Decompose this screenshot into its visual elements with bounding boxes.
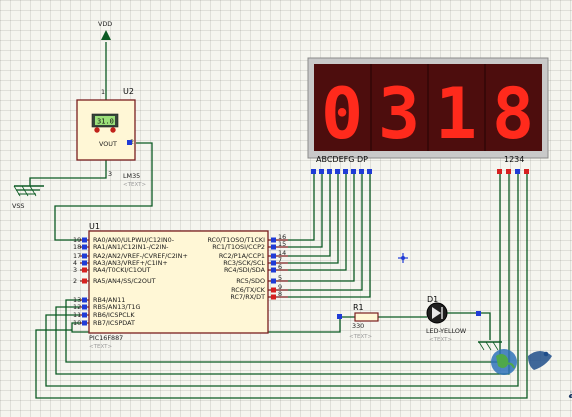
mcu-left-pin-number: 18 — [73, 243, 81, 251]
resistor-text-tag: <TEXT> — [349, 334, 372, 340]
sensor-ref: U2 — [123, 87, 134, 96]
led-part-name: LED-YELLOW — [426, 327, 467, 335]
mcu-left-pin-label: RB5/AN13/T1G — [93, 303, 140, 311]
mcu-right-pin-number: 5 — [278, 274, 282, 282]
mcu-left-pin-marker — [82, 304, 87, 310]
sensor-pin3-number: 3 — [108, 170, 112, 178]
sensor-up-button-icon[interactable] — [110, 127, 116, 133]
vss-terminal[interactable]: VSS — [12, 185, 44, 210]
led-ref: D1 — [427, 295, 438, 304]
mcu-left-pin-label: RA5/AN4/SS/C2OUT — [93, 277, 156, 285]
mcu-right-pin-number: 15 — [278, 240, 286, 248]
sensor-pin1-number: 1 — [101, 88, 105, 96]
mcu-right-pin-marker — [271, 278, 276, 284]
vss-label: VSS — [12, 202, 25, 210]
sensor-text-tag: <TEXT> — [123, 182, 146, 188]
vdd-arrow-icon — [101, 30, 111, 40]
sensor-part-name: LM35 — [123, 172, 140, 180]
resistor-r1[interactable]: R1 330 <TEXT> — [337, 303, 379, 340]
display-digit-2: 3 — [378, 73, 420, 155]
mcu-right-pin-label: RC4/SDI/SDA — [224, 266, 266, 274]
mcu-part-name: PIC16F887 — [89, 334, 123, 342]
ground-icon — [478, 341, 502, 351]
mcu-left-pin-marker — [82, 297, 87, 303]
watermark-logo: القرية الالكترونية — [491, 349, 572, 401]
lm35-sensor[interactable]: 31.0 VOUT U2 1 2 3 LM35 <TEXT> — [76, 87, 146, 188]
mcu-right-pin-marker — [271, 267, 276, 273]
display-digit-1: 0 — [321, 73, 363, 155]
mcu-right-pin-number: 8 — [278, 290, 282, 298]
arabic-logo-emblem — [528, 351, 552, 370]
mcu-right-pin-marker — [271, 244, 276, 250]
mcu-text-tag: <TEXT> — [89, 344, 112, 350]
mcu-left-pin-label: RB7/ICSPDAT — [93, 319, 135, 327]
cursor-crosshair-icon — [398, 253, 408, 263]
sensor-pin-marker — [127, 140, 132, 145]
mcu-right-pin-marker — [271, 294, 276, 300]
schematic-svg[interactable]: VDD VSS 31.0 VOUT U2 1 2 3 LM35 <TEXT> 0… — [0, 0, 572, 417]
mcu-right-pin-number: 6 — [278, 263, 282, 271]
resistor-body — [354, 312, 379, 322]
sensor-vout-label: VOUT — [99, 140, 117, 148]
mcu-left-pin-marker — [82, 312, 87, 318]
mcu-left-pin-marker — [82, 244, 87, 250]
led-text-tag: <TEXT> — [429, 337, 452, 343]
mcu-left-pin-marker — [82, 267, 87, 273]
mcu-right-pin-label: RC7/RX/DT — [230, 293, 265, 301]
mcu-right-pin-marker — [271, 237, 276, 243]
sensor-reading: 31.0 — [97, 118, 114, 126]
mcu-left-pin-number: 11 — [73, 311, 81, 319]
mcu-right-pin-marker — [271, 253, 276, 259]
led-pin-marker — [476, 311, 481, 316]
display-segment-pin-markers — [311, 169, 372, 174]
display-select-pin-markers — [497, 169, 529, 174]
resistor-ref: R1 — [353, 303, 364, 312]
mcu-left-pin-label: RB6/ICSPCLK — [93, 311, 135, 319]
display-segment-labels: ABCDEFG DP — [316, 155, 368, 164]
ground-icon — [13, 185, 44, 197]
seven-segment-display[interactable]: 0 3 1 8 ABCDEFG DP 1234 — [307, 57, 549, 174]
schematic-canvas[interactable]: VDD VSS 31.0 VOUT U2 1 2 3 LM35 <TEXT> 0… — [0, 0, 572, 417]
led-d1[interactable]: D1 LED-YELLOW <TEXT> — [426, 295, 481, 343]
mcu-left-pin-number: 2 — [73, 277, 77, 285]
mcu-left-pin-number: 3 — [73, 266, 77, 274]
mcu-left-pin-marker — [82, 278, 87, 284]
mcu-left-pin-marker — [82, 237, 87, 243]
mcu-left-pin-label: RA4/T0CKI/C1OUT — [93, 266, 151, 274]
mcu-right-pin-label: RC5/SDO — [236, 277, 265, 285]
mcu-ref: U1 — [89, 222, 100, 231]
mcu-left-pin-marker — [82, 253, 87, 259]
globe-icon — [491, 349, 517, 375]
mcu-right-pin-marker — [271, 287, 276, 293]
mcu-right-pin-label: RC1/T1OSI/CCP2 — [212, 243, 265, 251]
display-digit-3: 1 — [435, 73, 477, 155]
vdd-label: VDD — [98, 20, 112, 28]
display-select-labels: 1234 — [504, 155, 524, 164]
watermark-text: القرية الالكترونية — [568, 386, 572, 401]
mcu-right-pin-marker — [271, 260, 276, 266]
mcu-left-pin-marker — [82, 320, 87, 326]
vdd-terminal[interactable]: VDD — [98, 20, 112, 40]
resistor-pin-marker — [337, 314, 342, 319]
mcu-left-pin-number: 10 — [73, 319, 81, 327]
mcu-left-pin-marker — [82, 260, 87, 266]
led-ground-terminal[interactable] — [478, 341, 502, 351]
pic16f887-mcu[interactable]: U1 PIC16F887 <TEXT> 19 RA0/AN0/ULPWU/C12I… — [73, 222, 288, 350]
mcu-left-pin-label: RA1/AN1/C12IN1-/C2IN- — [93, 243, 168, 251]
sensor-down-button-icon[interactable] — [94, 127, 100, 133]
resistor-value: 330 — [352, 322, 364, 330]
display-digit-4: 8 — [492, 73, 534, 155]
mcu-left-pin-number: 12 — [73, 303, 81, 311]
